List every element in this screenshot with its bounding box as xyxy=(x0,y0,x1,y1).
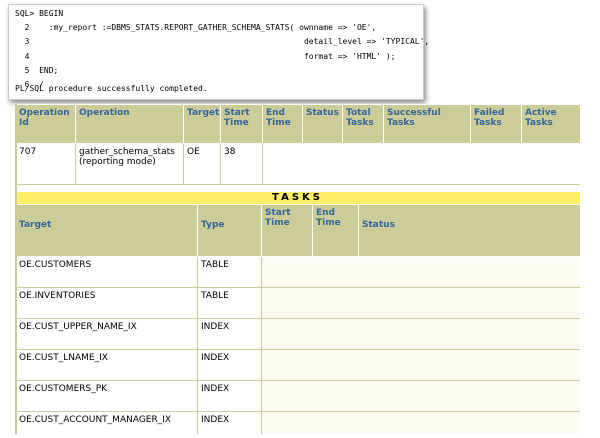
tasks-header-status: Status xyxy=(358,204,580,257)
operations-table: Operation Id Operation Target Start Time… xyxy=(15,104,580,185)
task-details-empty xyxy=(261,256,580,288)
cell-end-time xyxy=(262,143,580,185)
task-row: OE.CUST_ACCOUNT_MANAGER_IX INDEX xyxy=(15,411,580,434)
operations-header-row: Operation Id Operation Target Start Time… xyxy=(15,104,580,144)
cell-operation-id: 707 xyxy=(15,143,76,185)
task-type: INDEX xyxy=(197,318,262,350)
tasks-table: Target Type Start Time End Time Status O… xyxy=(15,204,580,434)
header-operation: Operation xyxy=(75,104,184,144)
task-details-empty xyxy=(261,411,580,434)
tasks-header-type: Type xyxy=(197,204,262,257)
tasks-header-end-time: End Time xyxy=(312,204,359,257)
task-type: TABLE xyxy=(197,287,262,319)
task-details-empty xyxy=(261,380,580,412)
cell-target: OE xyxy=(183,143,221,185)
operation-row: 707 gather_schema_stats (reporting mode)… xyxy=(15,143,580,185)
task-type: INDEX xyxy=(197,411,262,434)
header-start-time: Start Time xyxy=(220,104,263,144)
header-total-tasks: Total Tasks xyxy=(342,104,384,144)
task-row: OE.CUST_LNAME_IX INDEX xyxy=(15,349,580,381)
tasks-header-target: Target xyxy=(15,204,198,257)
sql-line-1: SQL> BEGIN xyxy=(15,9,64,18)
task-row: OE.CUSTOMERS_PK INDEX xyxy=(15,380,580,412)
task-details-empty xyxy=(261,318,580,350)
task-target: OE.CUSTOMERS_PK xyxy=(15,380,198,412)
header-target: Target xyxy=(183,104,221,144)
header-end-time: End Time xyxy=(262,104,303,144)
header-active-tasks: Active Tasks xyxy=(521,104,580,144)
sql-line-3: 3 detail_level => 'TYPICAL', xyxy=(15,37,430,47)
task-row: OE.CUSTOMERS TABLE xyxy=(15,256,580,288)
task-type: INDEX xyxy=(197,380,262,412)
task-details-empty xyxy=(261,349,580,381)
stats-report: Operation Id Operation Target Start Time… xyxy=(15,104,580,434)
task-target: OE.CUST_LNAME_IX xyxy=(15,349,198,381)
header-successful-tasks: Successful Tasks xyxy=(383,104,471,144)
completion-message: PL/SQL procedure successfully completed. xyxy=(15,84,208,93)
tasks-header-row: Target Type Start Time End Time Status xyxy=(15,204,580,257)
sql-line-4: 4 format => 'HTML' ); xyxy=(15,51,396,61)
task-target: OE.CUST_ACCOUNT_MANAGER_IX xyxy=(15,411,198,434)
task-type: TABLE xyxy=(197,256,262,288)
sql-line-5: 5 END; xyxy=(15,65,59,75)
header-status: Status xyxy=(302,104,343,144)
task-target: OE.INVENTORIES xyxy=(15,287,198,319)
task-row: OE.INVENTORIES TABLE xyxy=(15,287,580,319)
task-details-empty xyxy=(261,287,580,319)
task-row: OE.CUST_UPPER_NAME_IX INDEX xyxy=(15,318,580,350)
task-type: INDEX xyxy=(197,349,262,381)
cell-start-time: 38 xyxy=(220,143,263,185)
tasks-header-start-time: Start Time xyxy=(261,204,313,257)
task-target: OE.CUSTOMERS xyxy=(15,256,198,288)
task-target: OE.CUST_UPPER_NAME_IX xyxy=(15,318,198,350)
header-operation-id: Operation Id xyxy=(15,104,76,144)
sql-line-2: 2 :my_report :=DBMS_STATS.REPORT_GATHER_… xyxy=(15,23,377,33)
cell-operation: gather_schema_stats (reporting mode) xyxy=(75,143,184,185)
header-failed-tasks: Failed Tasks xyxy=(470,104,522,144)
tasks-banner: TASKS xyxy=(15,192,580,204)
